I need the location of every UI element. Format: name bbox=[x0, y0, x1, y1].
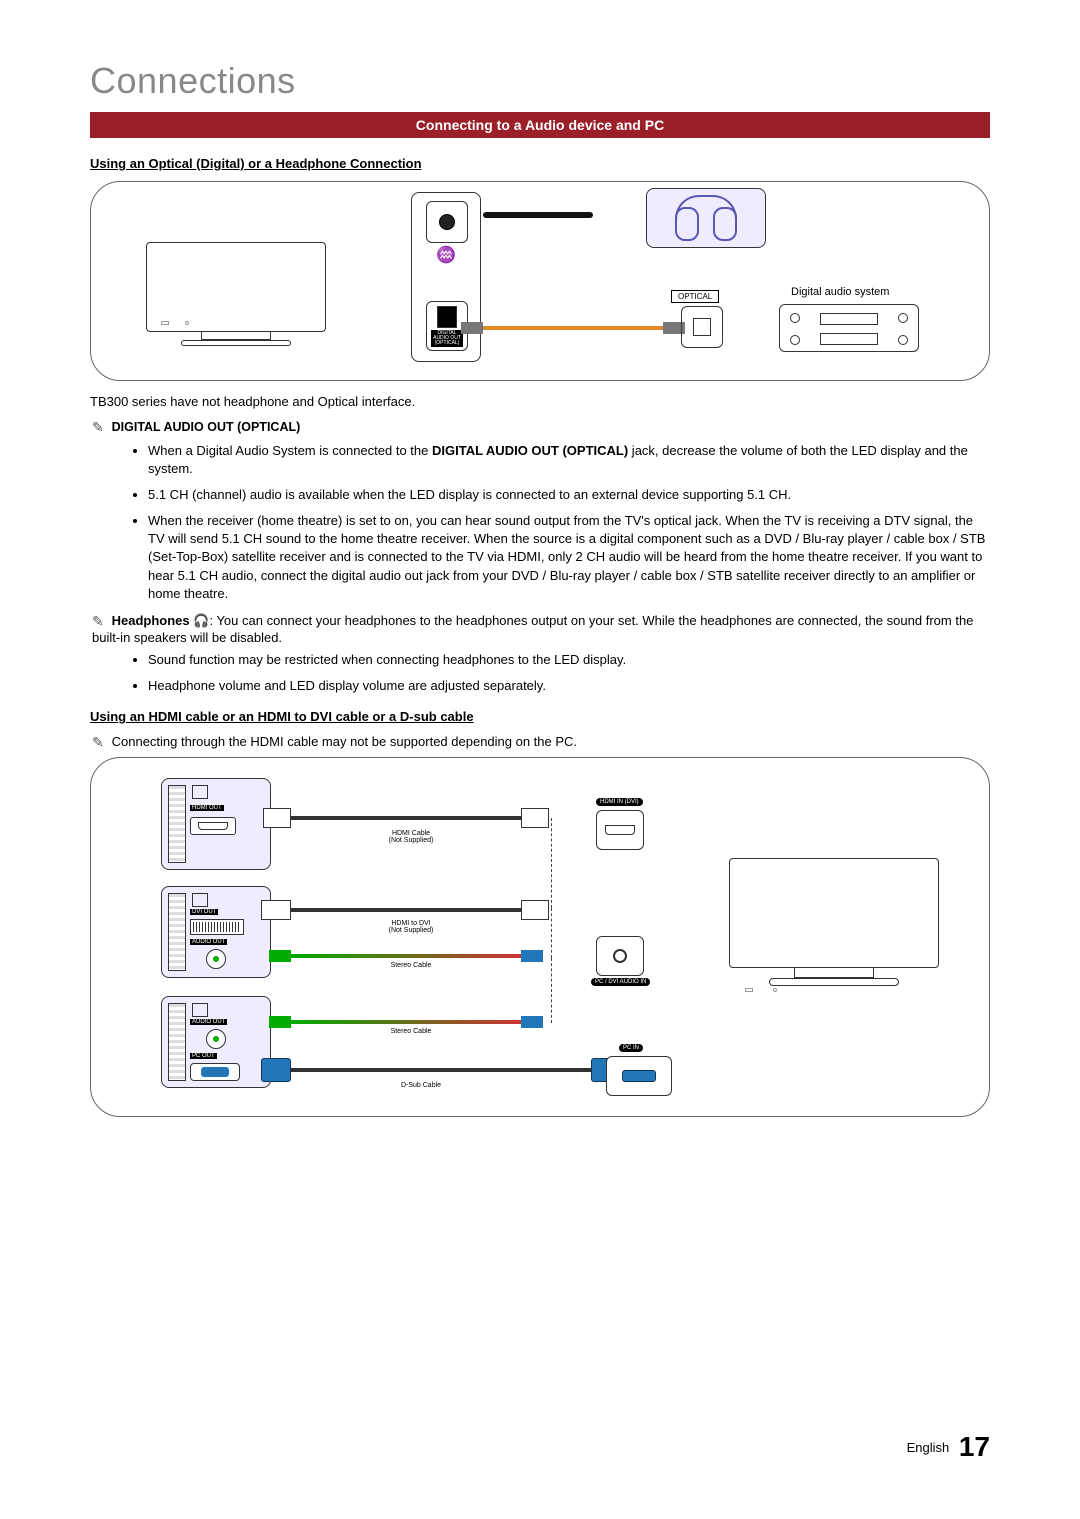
tv-pc-in-port-icon bbox=[606, 1056, 672, 1096]
dsub-cable-label: D-Sub Cable bbox=[381, 1082, 461, 1089]
optical-cable-icon bbox=[483, 326, 663, 330]
dsub-cable-icon bbox=[291, 1068, 591, 1072]
digital-audio-system-icon bbox=[779, 304, 919, 352]
list-item: 5.1 CH (channel) audio is available when… bbox=[148, 486, 990, 504]
stereo-cable-icon bbox=[291, 1020, 521, 1024]
list-item: When a Digital Audio System is connected… bbox=[148, 442, 990, 478]
tv-audio-in-port-icon bbox=[596, 936, 644, 976]
tv-hdmi-in-label: HDMI IN (DVI) bbox=[596, 798, 643, 806]
stereo-cable-label: Stereo Cable bbox=[371, 962, 451, 969]
list-item: Sound function may be restricted when co… bbox=[148, 651, 990, 669]
tv-audio-in-label: PC / DVI AUDIO IN bbox=[591, 978, 650, 986]
footer-language: English bbox=[907, 1440, 950, 1455]
optical-label: OPTICAL bbox=[671, 290, 719, 303]
section-heading-bar: Connecting to a Audio device and PC bbox=[90, 112, 990, 138]
chapter-title: Connections bbox=[90, 60, 990, 102]
list-item: Headphone volume and LED display volume … bbox=[148, 677, 990, 695]
connection-diagram-audio: ♒ DIGITAL AUDIO OUT (OPTICAL) OPTICAL Di… bbox=[90, 181, 990, 381]
headphones-icon: 🎧 bbox=[193, 613, 209, 628]
pc-vga-icon: AUDIO OUT PC OUT bbox=[161, 996, 271, 1088]
tv-icon bbox=[729, 858, 939, 998]
tv-icon bbox=[146, 242, 326, 352]
note-icon: ✎ bbox=[92, 613, 108, 630]
digital-audio-out-heading: ✎ DIGITAL AUDIO OUT (OPTICAL) bbox=[90, 419, 990, 436]
stereo-cable-label-2: Stereo Cable bbox=[371, 1028, 451, 1035]
pc-hdmi-icon: HDMI OUT bbox=[161, 778, 271, 870]
subheading-optical-headphone: Using an Optical (Digital) or a Headphon… bbox=[90, 156, 990, 171]
hdmi-pc-support-note: ✎ Connecting through the HDMI cable may … bbox=[90, 734, 990, 751]
optical-port-icon bbox=[681, 306, 723, 348]
dashed-line-icon bbox=[551, 958, 552, 1023]
hdmi-cable-label: HDMI Cable(Not Supplied) bbox=[371, 830, 451, 844]
hdmi-dvi-cable-label: HDMI to DVI(Not Supplied) bbox=[371, 920, 451, 934]
headphones-bullets: Sound function may be restricted when co… bbox=[148, 651, 990, 695]
headphones-icon bbox=[646, 188, 766, 248]
connection-diagram-pc: HDMI OUT HDMI Cable(Not Supplied) HDMI I… bbox=[90, 757, 990, 1117]
headphones-port-icon: ♒ bbox=[436, 245, 456, 265]
digital-audio-out-bullets: When a Digital Audio System is connected… bbox=[148, 442, 990, 604]
page-footer: English 17 bbox=[907, 1431, 990, 1463]
hdmi-cable-icon bbox=[291, 816, 521, 820]
headphone-cable-icon bbox=[483, 212, 593, 218]
note-icon: ✎ bbox=[92, 419, 108, 436]
note-icon: ✎ bbox=[92, 734, 108, 751]
dashed-line-icon bbox=[551, 908, 552, 958]
page-number: 17 bbox=[959, 1431, 990, 1462]
pc-dvi-icon: DVI OUT AUDIO OUT bbox=[161, 886, 271, 978]
dashed-line-icon bbox=[551, 818, 552, 908]
hdmi-to-dvi-cable-icon bbox=[291, 908, 521, 912]
tv-rear-panel-icon: ♒ DIGITAL AUDIO OUT (OPTICAL) bbox=[411, 192, 481, 362]
subheading-hdmi-dvi-dsub: Using an HDMI cable or an HDMI to DVI ca… bbox=[90, 709, 990, 724]
headphones-note: ✎ Headphones 🎧: You can connect your hea… bbox=[90, 613, 990, 645]
digital-audio-system-label: Digital audio system bbox=[791, 286, 889, 298]
tv-pc-in-label: PC IN bbox=[619, 1044, 643, 1052]
stereo-cable-icon bbox=[291, 954, 521, 958]
tv-hdmi-port-icon bbox=[596, 810, 644, 850]
list-item: When the receiver (home theatre) is set … bbox=[148, 512, 990, 603]
headphone-jack-icon bbox=[426, 201, 468, 243]
tb300-note: TB300 series have not headphone and Opti… bbox=[90, 393, 990, 411]
